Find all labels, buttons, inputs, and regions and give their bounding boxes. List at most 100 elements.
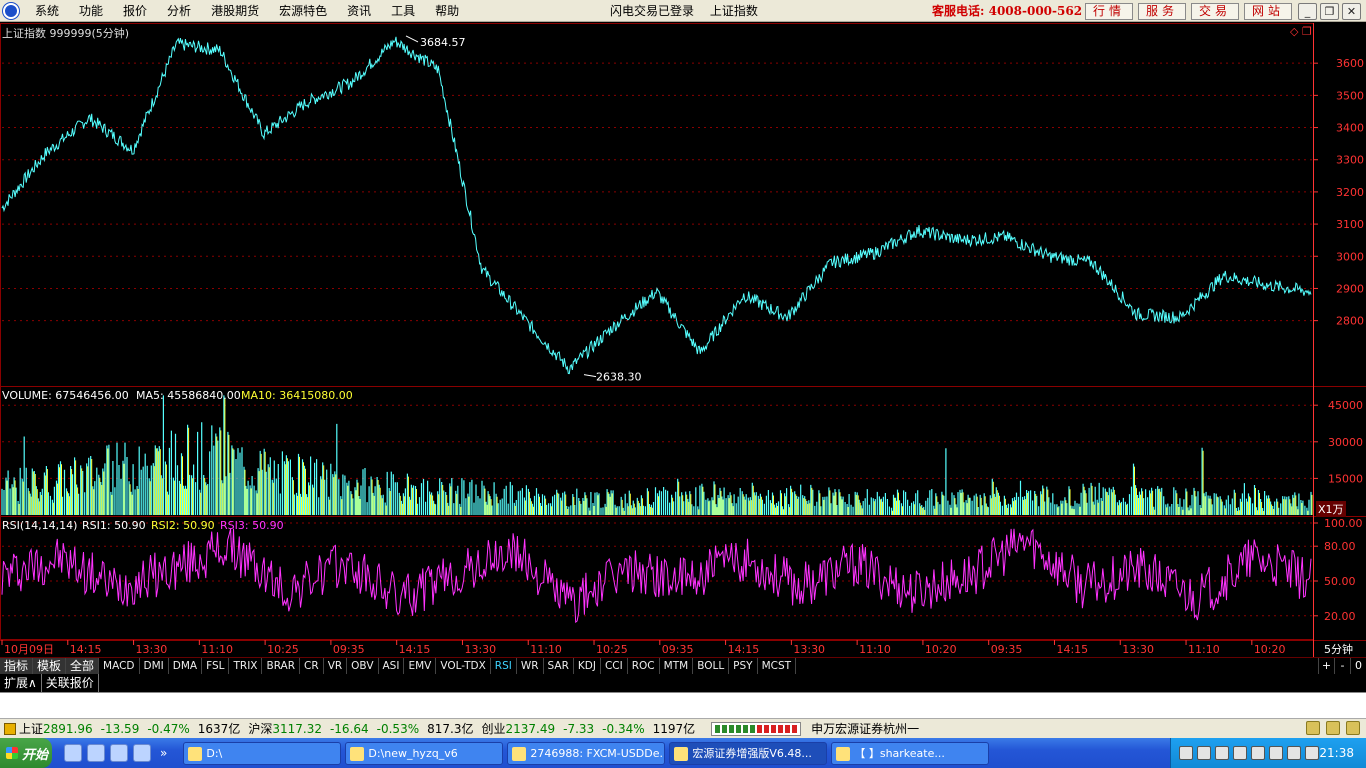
security-icon[interactable] (1233, 746, 1247, 760)
volume-icon[interactable] (1287, 746, 1301, 760)
cy-change: -7.33 (563, 721, 595, 736)
indicator-tab-rsi[interactable]: RSI (491, 658, 517, 674)
task-fxcm[interactable]: 2746988: FXCM-USDDe... (507, 741, 666, 765)
menu-system[interactable]: 系统 (25, 0, 69, 22)
minimize-icon[interactable]: _ (1298, 3, 1317, 20)
indicator-tab-roc[interactable]: ROC (628, 658, 660, 674)
quicklaunch-more[interactable]: » (160, 746, 167, 760)
ticker-icon[interactable] (4, 722, 16, 735)
expand-icon[interactable] (1346, 721, 1360, 735)
antenna-icon[interactable] (1326, 721, 1340, 735)
extension-panel (0, 692, 1366, 718)
time-tick-label: 14:15 (1056, 643, 1088, 656)
lightbulb-icon[interactable] (1306, 721, 1320, 735)
indicator-zoom-button[interactable]: - (1334, 658, 1350, 674)
indicator-tab-trix[interactable]: TRIX (229, 658, 263, 674)
indicator-tab-psy[interactable]: PSY (729, 658, 758, 674)
antivirus-icon[interactable] (1251, 746, 1265, 760)
volume-unit: X1万 (1316, 501, 1346, 517)
rsi-tick-label: 20.00 (1324, 610, 1356, 623)
menu-hongyuan-features[interactable]: 宏源特色 (269, 0, 337, 22)
chart-title: 上证指数 999999(5分钟) (2, 27, 130, 40)
shield-icon[interactable] (1305, 746, 1319, 760)
indicator-tab-cr[interactable]: CR (300, 658, 324, 674)
indicator-tab-mtm[interactable]: MTM (660, 658, 694, 674)
tool-icon[interactable] (1215, 746, 1229, 760)
menu-tools[interactable]: 工具 (381, 0, 425, 22)
rsi-line (1, 528, 1312, 624)
menu-help[interactable]: 帮助 (425, 0, 469, 22)
start-button[interactable]: 开始 (0, 738, 52, 768)
quicklaunch-browser-icon[interactable] (133, 744, 151, 762)
indicator-tab-cci[interactable]: CCI (601, 658, 628, 674)
indicator-tab-fsl[interactable]: FSL (202, 658, 230, 674)
task-browser[interactable]: 【 】sharkeate... (831, 741, 990, 765)
close-icon[interactable]: ✕ (1342, 3, 1361, 20)
period-label[interactable]: 5分钟 (1324, 641, 1353, 657)
indicator-main-tab[interactable]: 模板 (33, 658, 67, 674)
update-icon[interactable] (1269, 746, 1283, 760)
time-tick-label: 11:10 (201, 643, 233, 656)
indicator-tab-emv[interactable]: EMV (404, 658, 437, 674)
hs-name: 沪深 (248, 722, 273, 736)
menu-quote[interactable]: 报价 (113, 0, 157, 22)
task-folder-new-hyzq[interactable]: D:\new_hyzq_v6 (345, 741, 504, 765)
chart-canvas[interactable]: 3600 3500 3400 3300 3200 3100 3000 2900 2800 3684… (0, 23, 1366, 657)
indicator-tab-obv[interactable]: OBV (347, 658, 379, 674)
quicklaunch-app-icon[interactable] (64, 744, 82, 762)
indicator-tab-sar[interactable]: SAR (544, 658, 574, 674)
indicator-tab-mcst[interactable]: MCST (758, 658, 797, 674)
price-tick-label: 3300 (1336, 154, 1364, 167)
network-icon[interactable] (1197, 746, 1211, 760)
menu-hk-futures[interactable]: 港股期货 (201, 0, 269, 22)
indicator-tab-wr[interactable]: WR (517, 658, 544, 674)
market-button[interactable]: 行情 (1085, 3, 1133, 20)
indicator-tab-asi[interactable]: ASI (379, 658, 405, 674)
price-tick-label: 2900 (1336, 282, 1364, 295)
indicator-tab-dmi[interactable]: DMI (140, 658, 169, 674)
menu-function[interactable]: 功能 (69, 0, 113, 22)
indicator-tab-macd[interactable]: MACD (99, 658, 140, 674)
rsi3-label: RSI3: 50.90 (220, 519, 284, 532)
system-tray: 21:38 (1170, 738, 1366, 768)
app-logo-icon[interactable] (3, 2, 19, 19)
time-tick-label: 13:30 (793, 643, 825, 656)
hotline-text: 客服电话: 4008-000-562 (932, 4, 1083, 18)
chart-area[interactable]: 3600 3500 3400 3300 3200 3100 3000 2900 2800 3684… (0, 23, 1366, 657)
price-tick-label: 3400 (1336, 122, 1364, 135)
menu-analysis[interactable]: 分析 (157, 0, 201, 22)
cy-value: 2137.49 (505, 721, 556, 736)
cy-name: 创业 (481, 722, 506, 736)
indicator-tab-vol-tdx[interactable]: VOL-TDX (436, 658, 491, 674)
indicator-tab-kdj[interactable]: KDJ (574, 658, 601, 674)
broker-name: 申万宏源证券杭州一 (811, 722, 920, 736)
indicator-tab-brar[interactable]: BRAR (262, 658, 301, 674)
tab-related-quotes[interactable]: 关联报价 (42, 674, 99, 692)
trade-button[interactable]: 交易 (1191, 3, 1239, 20)
task-drive-d[interactable]: D:\ (183, 741, 342, 765)
menu-news[interactable]: 资讯 (337, 0, 381, 22)
indicator-main-tab[interactable]: 全部 (66, 658, 100, 674)
price-tick-label: 3100 (1336, 218, 1364, 231)
indicator-tab-boll[interactable]: BOLL (693, 658, 730, 674)
keyboard-icon[interactable] (1179, 746, 1193, 760)
indicator-tab-dma[interactable]: DMA (169, 658, 203, 674)
restore-icon[interactable]: ❐ (1320, 3, 1339, 20)
market-breadth-meter (711, 721, 802, 736)
max-marker (405, 35, 419, 43)
indicator-zoom-button[interactable]: + (1318, 658, 1334, 674)
task-hongyuan-app[interactable]: 宏源证券增强版V6.48... (669, 741, 828, 765)
indicator-tab-vr[interactable]: VR (324, 658, 348, 674)
volume-tick-label: 15000 (1328, 472, 1363, 485)
service-button[interactable]: 服务 (1138, 3, 1186, 20)
time-tick-label: 10:25 (267, 643, 299, 656)
indicator-zoom: + -0 (1318, 658, 1366, 674)
chart-corner-icons[interactable]: ◇ ❐ (1290, 25, 1312, 38)
show-desktop-icon[interactable] (110, 744, 128, 762)
ma10-label: MA10: 36415080.00 (241, 389, 353, 402)
tab-extend[interactable]: 扩展∧ (0, 674, 42, 692)
indicator-zoom-button[interactable]: 0 (1350, 658, 1366, 674)
quicklaunch-ie-icon[interactable] (87, 744, 105, 762)
indicator-main-tab[interactable]: 指标 (0, 658, 34, 674)
website-button[interactable]: 网站 (1244, 3, 1292, 20)
